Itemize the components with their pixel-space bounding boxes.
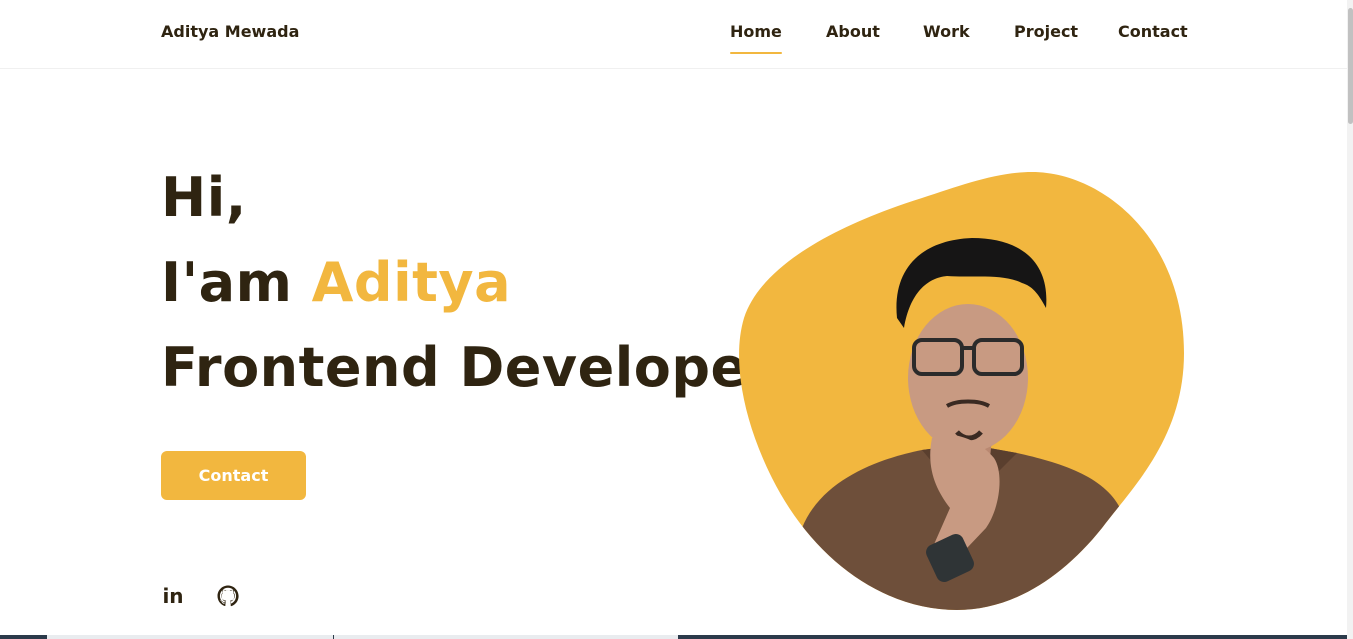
hero-greeting: Hi, xyxy=(161,166,247,229)
nav-home[interactable]: Home xyxy=(730,22,782,54)
contact-button[interactable]: Contact xyxy=(161,451,306,500)
scrollbar-thumb[interactable] xyxy=(1348,8,1353,124)
page-scrollbar[interactable] xyxy=(1347,0,1353,639)
nav-about[interactable]: About xyxy=(826,22,880,41)
nav-project[interactable]: Project xyxy=(1014,22,1078,41)
nav-contact[interactable]: Contact xyxy=(1118,22,1188,41)
hero-name: Aditya xyxy=(311,251,512,314)
hero-role: Frontend Developer xyxy=(161,336,775,399)
hero-intro: I'am Aditya xyxy=(161,251,511,314)
site-logo[interactable]: Aditya Mewada xyxy=(161,22,299,41)
site-header: Aditya Mewada Home About Work Project Co… xyxy=(0,0,1347,69)
bottom-strip-segment xyxy=(47,635,333,639)
hero-portrait xyxy=(732,168,1188,614)
portrait-blob xyxy=(739,172,1184,610)
bottom-strip xyxy=(0,635,1347,639)
nav-work[interactable]: Work xyxy=(923,22,970,41)
hero-intro-prefix: I'am xyxy=(161,251,312,314)
github-icon[interactable] xyxy=(216,584,240,608)
bottom-strip-segment xyxy=(334,635,678,639)
linkedin-icon[interactable]: in xyxy=(161,584,185,608)
